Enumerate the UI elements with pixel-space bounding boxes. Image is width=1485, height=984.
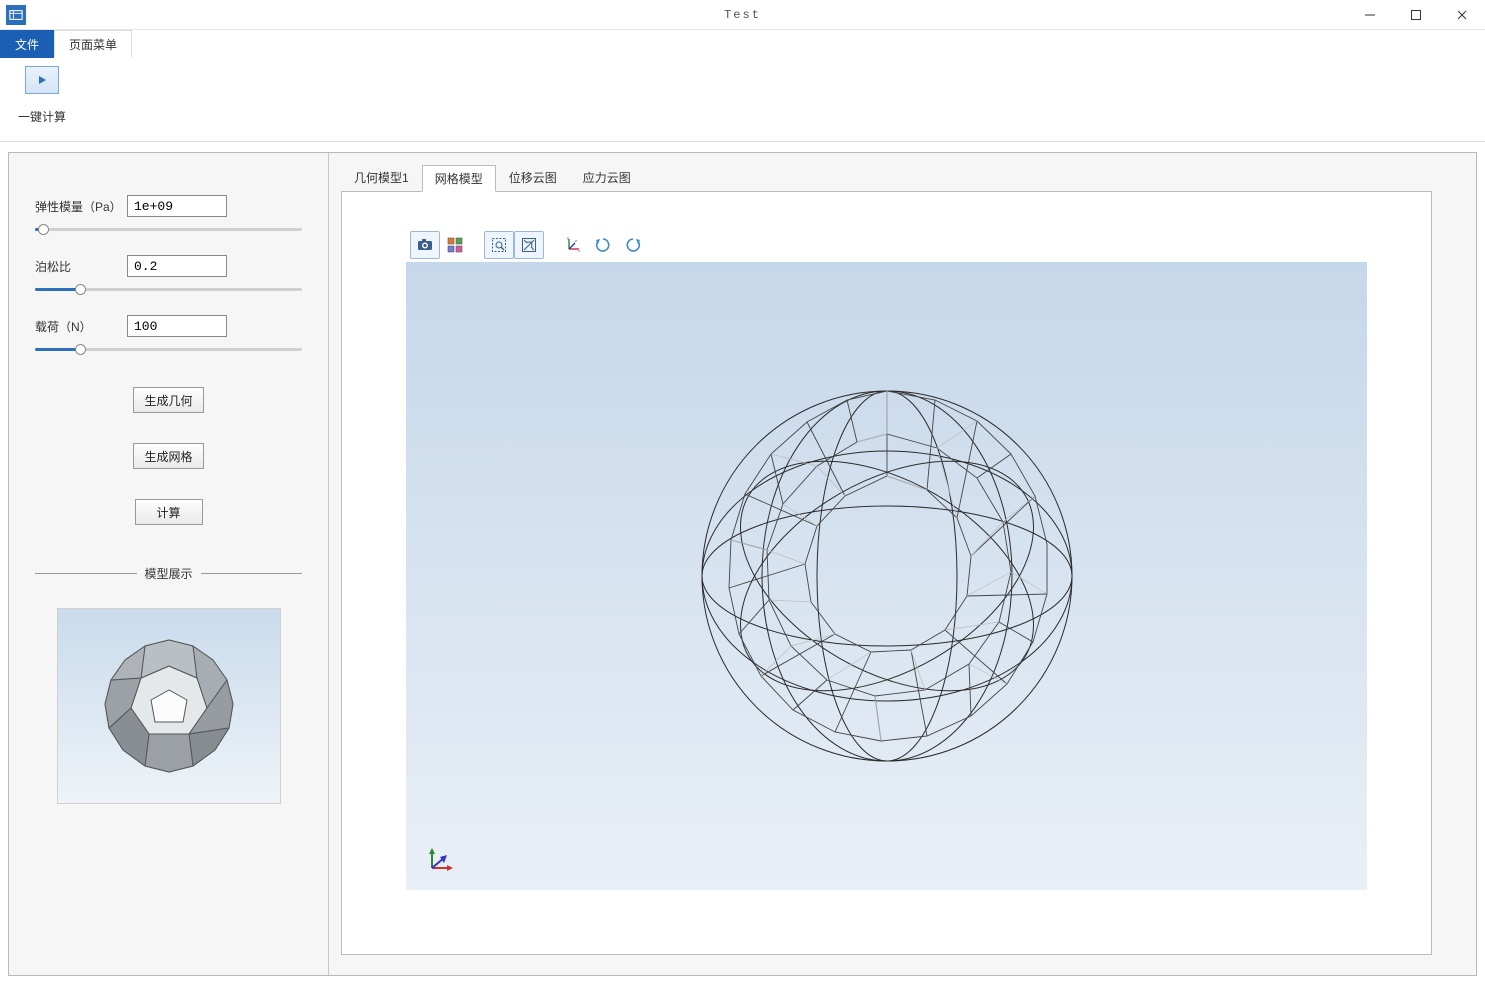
ribbon: 一键计算: [0, 58, 1485, 142]
rotate-ccw-icon[interactable]: [618, 231, 648, 259]
mesh-viewport[interactable]: [406, 262, 1367, 890]
load-label: 载荷（N）: [35, 318, 127, 335]
tab-displacement[interactable]: 位移云图: [496, 164, 570, 191]
svg-text:x: x: [578, 248, 580, 253]
minimize-button[interactable]: [1347, 0, 1393, 30]
elastic-label: 弹性模量（Pa）: [35, 198, 127, 215]
model-preview: [57, 608, 281, 804]
load-slider[interactable]: [35, 343, 302, 357]
poisson-input[interactable]: [127, 255, 227, 277]
gen-geometry-button[interactable]: 生成几何: [133, 387, 203, 413]
side-panel: 弹性模量（Pa） 泊松比 载荷（N） 生成几何 生成网格: [9, 153, 329, 975]
app-icon: [6, 5, 26, 25]
close-button[interactable]: [1439, 0, 1485, 30]
canvas-toolbar: y xz: [406, 228, 1367, 262]
play-icon: [25, 66, 59, 94]
window-title: Test: [724, 8, 761, 22]
poisson-slider[interactable]: [35, 283, 302, 297]
elastic-slider[interactable]: [35, 223, 302, 237]
fit-view-icon[interactable]: [514, 231, 544, 259]
axes-icon[interactable]: y xz: [558, 231, 588, 259]
menu-tab-file[interactable]: 文件: [0, 30, 54, 58]
load-input[interactable]: [127, 315, 227, 337]
axis-gizmo: [426, 846, 454, 874]
rotate-cw-icon[interactable]: [588, 231, 618, 259]
workarea: 弹性模量（Pa） 泊松比 载荷（N） 生成几何 生成网格: [8, 152, 1477, 976]
tab-geometry[interactable]: 几何模型1: [341, 164, 422, 191]
ribbon-compute-label: 一键计算: [18, 108, 66, 125]
canvas-container: y xz: [341, 191, 1432, 955]
compute-button[interactable]: 计算: [135, 499, 203, 525]
menubar: 文件 页面菜单: [0, 30, 1485, 58]
zoom-box-icon[interactable]: [484, 231, 514, 259]
multiview-icon[interactable]: [440, 231, 470, 259]
elastic-input[interactable]: [127, 195, 227, 217]
preview-title: 模型展示: [145, 565, 193, 582]
poisson-label: 泊松比: [35, 258, 127, 275]
maximize-button[interactable]: [1393, 0, 1439, 30]
svg-text:z: z: [575, 238, 577, 243]
tab-mesh[interactable]: 网格模型: [422, 165, 496, 192]
svg-text:y: y: [567, 236, 569, 240]
menu-tab-page[interactable]: 页面菜单: [54, 30, 132, 58]
main-area: 几何模型1 网格模型 位移云图 应力云图: [329, 153, 1476, 975]
view-tabs: 几何模型1 网格模型 位移云图 应力云图: [341, 167, 1432, 191]
camera-icon[interactable]: [410, 231, 440, 259]
tab-stress[interactable]: 应力云图: [570, 164, 644, 191]
gen-mesh-button[interactable]: 生成网格: [133, 443, 203, 469]
ribbon-compute-group[interactable]: 一键计算: [8, 64, 76, 125]
titlebar: Test: [0, 0, 1485, 30]
